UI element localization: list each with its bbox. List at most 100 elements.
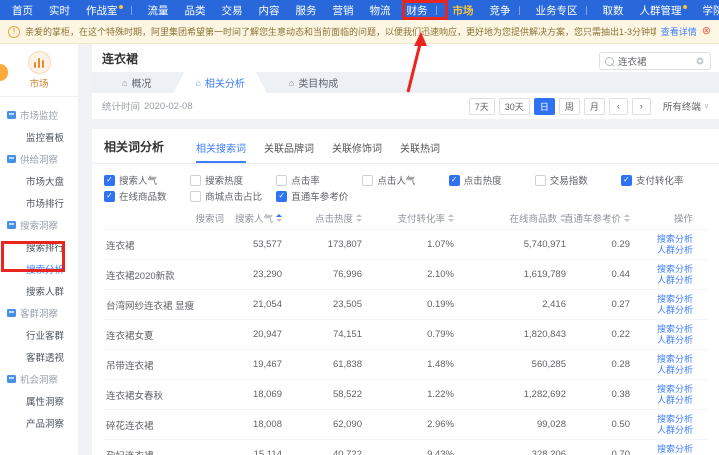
date-range-button[interactable]: ‹ [609, 98, 628, 115]
search-analysis-link[interactable]: 搜索分析 [657, 234, 693, 245]
report-tab[interactable]: ⌂ 类目构成 [267, 72, 360, 93]
nav-item[interactable]: 作战室 [78, 0, 140, 20]
folder-chart-icon [7, 155, 16, 163]
search-analysis-link[interactable]: 搜索分析 [657, 324, 693, 335]
analysis-tab[interactable]: 关联修饰词 [332, 140, 382, 163]
home-icon: ⌂ [195, 78, 200, 88]
crowd-analysis-link[interactable]: 人群分析 [657, 245, 693, 256]
crowd-analysis-link[interactable]: 人群分析 [657, 335, 693, 346]
analysis-tab[interactable]: 关联热词 [400, 140, 440, 163]
table-row: 连衣裙 53,577 173,807 1.07% 5,740,971 0.29 … [104, 229, 707, 259]
analysis-tab[interactable]: 关联品牌词 [264, 140, 314, 163]
search-analysis-link[interactable]: 搜索分析 [657, 414, 693, 425]
sidebar-item[interactable]: 机会洞察 [0, 368, 78, 390]
sidebar-item[interactable]: 监控看板 [0, 126, 78, 148]
nav-item[interactable]: 人群管理 [632, 0, 695, 20]
search-analysis-link[interactable]: 搜索分析 [657, 294, 693, 305]
nav-item[interactable]: 业务专区 [528, 0, 595, 20]
date-range-button[interactable]: › [632, 98, 651, 115]
table-header-cell[interactable]: 支付转化率 [362, 211, 454, 225]
cell-conversion-rate: 1.07% [362, 239, 454, 250]
crowd-analysis-link[interactable]: 人群分析 [657, 365, 693, 376]
metric-checkbox[interactable]: 交易指数 [535, 173, 621, 187]
table-header-cell[interactable]: 点击热度 [282, 211, 362, 225]
nav-item[interactable]: 物流 [362, 0, 399, 20]
notice-detail-link[interactable]: 查看详情 [661, 25, 697, 38]
metric-label: 点击热度 [464, 173, 502, 187]
date-range-button[interactable]: 30天 [499, 98, 530, 115]
metric-checkbox[interactable]: 在线商品数 [104, 189, 190, 203]
terminal-filter-dropdown[interactable]: 所有终端 ∨ [663, 99, 709, 113]
metric-checkbox[interactable]: 直通车参考价 [276, 189, 362, 203]
nav-item[interactable]: 营销 [325, 0, 362, 20]
sidebar-item[interactable]: 客群透视 [0, 346, 78, 368]
cell-search-popularity: 20,947 [224, 329, 282, 340]
nav-item[interactable]: 竞争 [482, 0, 528, 20]
date-range-button[interactable]: 周 [559, 98, 580, 115]
date-range-button[interactable]: 7天 [469, 98, 495, 115]
sidebar-item[interactable]: 客群洞察 [0, 302, 78, 324]
column-label: 搜索人气 [235, 211, 273, 225]
keyword-search-box[interactable] [599, 52, 711, 70]
nav-item-label: 服务 [296, 3, 317, 18]
close-icon[interactable]: ⊗ [702, 26, 711, 37]
analysis-tab[interactable]: 相关搜索词 [196, 140, 246, 163]
nav-item[interactable]: 品类 [177, 0, 214, 20]
metric-checkbox[interactable]: 搜索人气 [104, 173, 190, 187]
report-tab[interactable]: ⌂ 概况 [100, 72, 173, 93]
sidebar-item[interactable]: 行业客群 [0, 324, 78, 346]
crowd-analysis-link[interactable]: 人群分析 [657, 305, 693, 316]
gear-icon[interactable] [695, 56, 705, 66]
date-range-button[interactable]: 日 [534, 98, 555, 115]
cell-search-popularity: 18,069 [224, 389, 282, 400]
sidebar-item[interactable]: 搜索排行 [0, 236, 78, 258]
sidebar-item-label: 搜索人群 [26, 284, 64, 298]
sidebar-item[interactable]: 供给洞察 [0, 148, 78, 170]
sidebar-item[interactable]: 属性洞察 [0, 390, 78, 412]
search-analysis-link[interactable]: 搜索分析 [657, 354, 693, 365]
crowd-analysis-link[interactable]: 人群分析 [657, 395, 693, 406]
sidebar-item[interactable]: 市场大盘 [0, 170, 78, 192]
crowd-analysis-link[interactable]: 人群分析 [657, 275, 693, 286]
sidebar-item[interactable]: 搜索分析 [0, 258, 78, 280]
metric-checkbox[interactable]: 点击人气 [362, 173, 448, 187]
report-tab[interactable]: ⌂ 相关分析 [173, 72, 266, 93]
nav-item[interactable]: 流量 [140, 0, 177, 20]
table-row: 台湾网纱连衣裙 显瘦 21,054 23,505 0.19% 2,416 0.2… [104, 289, 707, 319]
nav-item[interactable]: 学院 [695, 0, 719, 20]
metric-checkbox[interactable]: 搜索热度 [190, 173, 276, 187]
sidebar-item[interactable]: 搜索人群 [0, 280, 78, 302]
nav-item[interactable]: 服务 [288, 0, 325, 20]
nav-item[interactable]: 市场 [445, 0, 482, 20]
date-range-button[interactable]: 月 [584, 98, 605, 115]
nav-item[interactable]: 交易 [214, 0, 251, 20]
search-analysis-link[interactable]: 搜索分析 [657, 264, 693, 275]
metric-label: 点击率 [291, 173, 320, 187]
metric-checkbox[interactable]: 商城点击占比 [190, 189, 276, 203]
metric-checkbox[interactable]: 点击热度 [449, 173, 535, 187]
table-header-cell[interactable]: 搜索人气 [224, 211, 282, 225]
crowd-analysis-link[interactable]: 人群分析 [657, 425, 693, 436]
table-header-cell[interactable]: 在线商品数 [454, 211, 566, 225]
nav-item-label: 品类 [185, 3, 206, 18]
sidebar-item[interactable]: 市场排行 [0, 192, 78, 214]
metric-checkbox[interactable]: 支付转化率 [621, 173, 707, 187]
nav-item[interactable]: 首页 [4, 0, 41, 20]
sidebar-item[interactable]: 搜索洞察 [0, 214, 78, 236]
nav-item-label: 实时 [49, 3, 70, 18]
search-analysis-link[interactable]: 搜索分析 [657, 444, 693, 455]
nav-item[interactable]: 内容 [251, 0, 288, 20]
sidebar-item[interactable]: 产品洞察 [0, 412, 78, 434]
table-header-cell[interactable]: 直通车参考价 [566, 211, 630, 225]
sidebar-item[interactable]: 市场监控 [0, 104, 78, 126]
search-analysis-link[interactable]: 搜索分析 [657, 384, 693, 395]
nav-item-label: 人群管理 [640, 3, 682, 18]
cell-keyword: 连衣裙女春秋 [104, 388, 224, 402]
nav-item[interactable]: 取数 [595, 0, 632, 20]
nav-item[interactable]: 财务 [399, 0, 445, 20]
report-tab-label: 类目构成 [298, 75, 338, 90]
checkbox-icon [104, 191, 115, 202]
metric-checkbox[interactable]: 点击率 [276, 173, 362, 187]
nav-item[interactable]: 实时 [41, 0, 78, 20]
search-input[interactable] [618, 56, 691, 67]
